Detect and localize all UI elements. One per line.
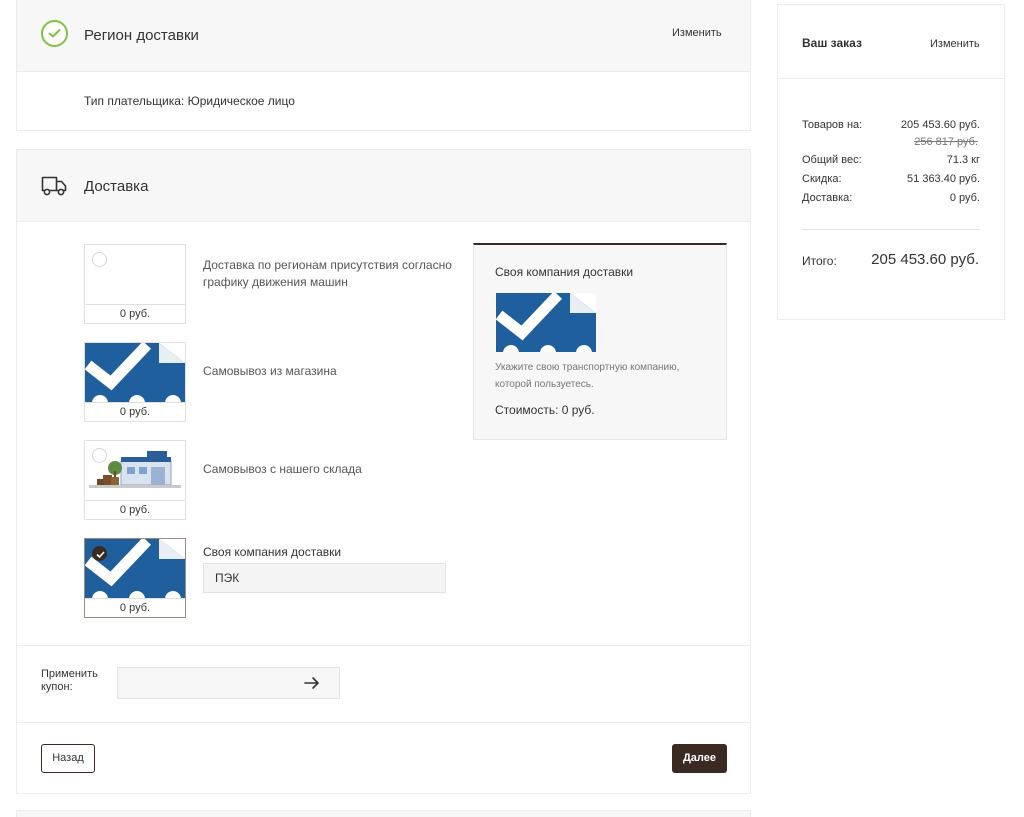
summary-row-label: Товаров на: [802,119,863,131]
summary-change-link[interactable]: Изменить [930,38,980,50]
delivery-panel: Доставка 0 руб. Доставка по регионам при… [16,149,751,794]
arrow-right-icon[interactable] [304,676,320,690]
divider [17,722,750,723]
delivery-option-label[interactable]: Своя компания доставки [203,544,453,561]
success-check-icon [41,20,68,47]
divider [778,78,1004,79]
region-panel: Регион доставки Изменить Тип плательщика… [16,0,751,131]
total-label: Итого: [802,254,837,268]
payer-type-text: Тип плательщика: Юридическое лицо [84,94,295,108]
delivery-option-own-company[interactable]: 0 руб. [84,538,186,618]
total-value: 205 453.60 руб. [871,251,979,268]
summary-title: Ваш заказ [802,36,862,50]
transport-company-input[interactable]: ПЭК [203,563,446,593]
summary-row-items: Товаров на: 205 453.60 руб. [802,119,980,133]
region-title: Регион доставки [84,27,199,44]
summary-row-delivery: Доставка: 0 руб. [802,192,980,206]
coupon-label: Применить купон: [41,668,98,693]
summary-row-value: 205 453.60 руб. [900,119,980,131]
order-summary-panel: Ваш заказ Изменить Товаров на: 205 453.6… [777,4,1005,320]
region-header: Регион доставки Изменить [17,0,750,72]
delivery-option-label[interactable]: Самовывоз с нашего склада [203,461,453,478]
divider [17,645,750,646]
delivery-option-label[interactable]: Самовывоз из магазина [203,363,453,380]
summary-row-label: Доставка: [802,192,853,204]
delivery-option-store-pickup[interactable]: 0 руб. [84,342,186,422]
delivery-header: Доставка [17,150,750,222]
summary-row-label: Скидка: [802,173,842,185]
option-price: 0 руб. [85,598,185,617]
back-button[interactable]: Назад [41,744,95,773]
old-price: 256 817 руб. [914,136,978,148]
option-price: 0 руб. [85,402,185,421]
info-title: Своя компания доставки [495,265,634,279]
coupon-input[interactable] [117,667,340,699]
option-price: 0 руб. [85,500,185,519]
summary-row-weight: Общий вес: 71.3 кг [802,154,980,168]
summary-row-value: 51 363.40 руб. [907,173,980,185]
truck-icon [41,176,67,196]
option-radio-checked[interactable] [92,546,107,561]
summary-row-value: 0 руб. [949,192,980,204]
delivery-title: Доставка [84,178,149,195]
info-description: Укажите свою транспортную компанию, кото… [495,362,680,390]
summary-row-label: Общий вес: [802,154,862,166]
option-radio[interactable] [92,252,107,267]
summary-row-discount: Скидка: 51 363.40 руб. [802,173,980,187]
info-cost: Стоимость: 0 руб. [495,403,595,417]
option-radio[interactable] [92,448,107,463]
option-price: 0 руб. [85,304,185,323]
delivery-option-regions[interactable]: 0 руб. [84,244,186,324]
option-radio[interactable] [92,350,107,365]
delivery-option-warehouse-pickup[interactable]: 0 руб. [84,440,186,520]
delivery-info-box: Своя компания доставки Укажите свою тран… [473,243,727,440]
checkmark-logo-icon [496,293,596,352]
summary-row-value: 71.3 кг [946,154,980,166]
next-button[interactable]: Далее [672,744,727,773]
divider [802,229,980,230]
next-section-panel [16,810,751,817]
region-change-link[interactable]: Изменить [672,27,722,39]
delivery-option-label[interactable]: Доставка по регионам присутствия согласн… [203,257,453,291]
